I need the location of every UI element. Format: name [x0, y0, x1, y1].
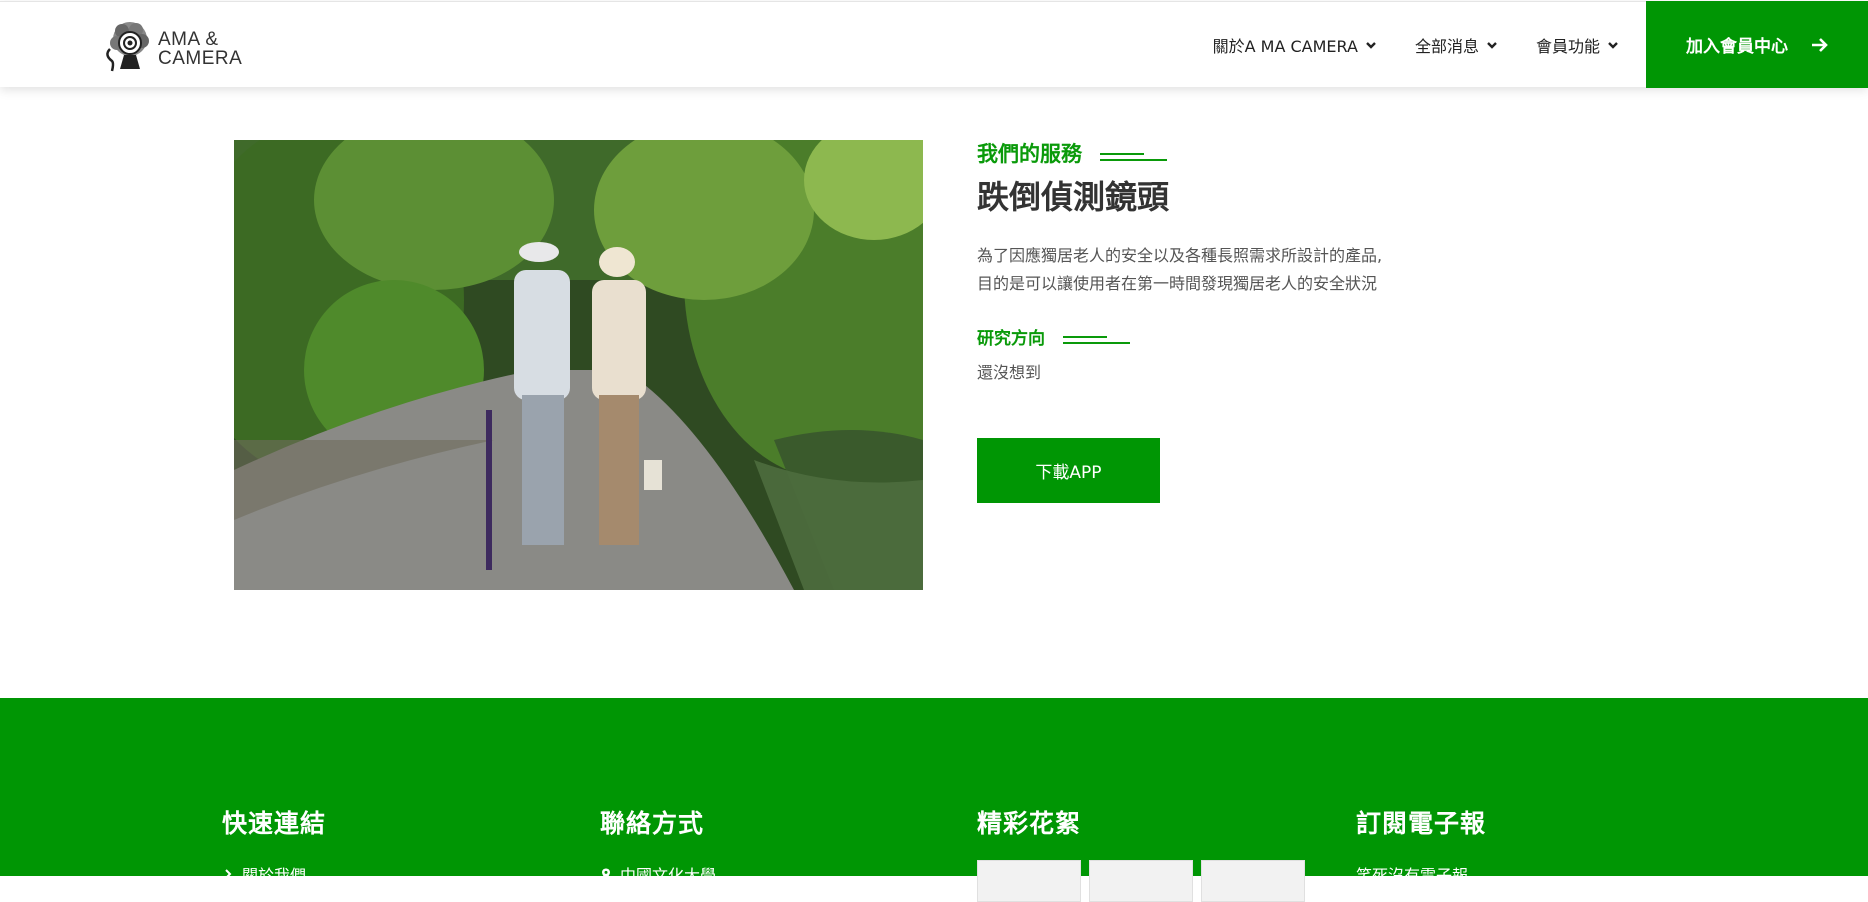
research-text: 還沒想到 [977, 363, 1042, 382]
gallery-thumbnail[interactable] [1089, 860, 1193, 902]
elderly-couple-photo [234, 140, 923, 590]
service-eyebrow: 我們的服務 [977, 138, 1167, 168]
eyebrow-decoration [1063, 331, 1130, 344]
footer-heading: 精彩花絮 [977, 809, 1082, 838]
footer-heading: 訂閱電子報 [1356, 809, 1487, 838]
footer-link-label: 關於我們 [242, 866, 307, 885]
nav-item-label: 全部消息 [1414, 36, 1479, 56]
join-member-label: 加入會員中心 [1686, 37, 1788, 57]
site-header: AMA & CAMERA 關於A MA CAMERA 全部消息 會員功能 加入會… [0, 1, 1868, 88]
chevron-down-icon [1608, 41, 1618, 49]
site-logo[interactable]: AMA & CAMERA [102, 19, 252, 74]
footer-gallery: 精彩花絮 [977, 804, 1313, 902]
logo-line-1: AMA & [158, 29, 219, 50]
research-label: 研究方向 [977, 329, 1045, 349]
join-member-button[interactable]: 加入會員中心 [1646, 1, 1868, 88]
footer-quick-links: 快速連結 關於我們 [222, 804, 326, 886]
footer-link-about[interactable]: 關於我們 [222, 862, 326, 886]
arrow-right-icon [1812, 37, 1828, 52]
research-eyebrow: 研究方向 [977, 324, 1130, 349]
service-description-line: 為了因應獨居老人的安全以及各種長照需求所設計的產品, [977, 246, 1383, 265]
footer-contact-address: 中國文化大學 [600, 862, 716, 886]
nav-item-news[interactable]: 全部消息 [1415, 33, 1499, 57]
footer-newsletter: 訂閱電子報 笑死沒有電子報 [1356, 804, 1486, 886]
service-description: 為了因應獨居老人的安全以及各種長照需求所設計的產品, 目的是可以讓使用者在第一時… [977, 242, 1477, 298]
footer-contact: 聯絡方式 中國文化大學 [600, 804, 716, 886]
gallery-thumbnail[interactable] [1201, 860, 1305, 902]
nav-item-member[interactable]: 會員功能 [1536, 33, 1620, 57]
footer-contact-text: 中國文化大學 [620, 866, 717, 885]
service-title: 跌倒偵測鏡頭 [977, 178, 1170, 216]
logo-text: AMA & CAMERA [158, 30, 242, 68]
nav-item-about[interactable]: 關於A MA CAMERA [1213, 33, 1378, 57]
footer-heading: 聯絡方式 [600, 809, 705, 838]
download-app-button[interactable]: 下載APP [977, 438, 1160, 503]
chevron-down-icon [1487, 41, 1497, 49]
eyebrow-decoration [1100, 147, 1167, 161]
logo-camera-icon [106, 22, 149, 72]
map-pin-icon [602, 868, 610, 880]
chevron-down-icon [1366, 41, 1376, 49]
footer-newsletter-text: 笑死沒有電子報 [1356, 866, 1469, 885]
footer-heading: 快速連結 [222, 809, 327, 838]
logo-line-2: CAMERA [158, 48, 243, 69]
site-footer: 快速連結 關於我們 聯絡方式 中國文化大學 精彩花絮 訂閱電子報 笑死沒有電子報 [0, 698, 1868, 902]
service-description-line: 目的是可以讓使用者在第一時間發現獨居老人的安全狀況 [977, 274, 1378, 293]
download-app-label: 下載APP [1035, 463, 1102, 483]
service-eyebrow-label: 我們的服務 [977, 142, 1082, 166]
nav-item-label: 會員功能 [1535, 36, 1600, 56]
gallery-thumbnail[interactable] [977, 860, 1081, 902]
gallery-thumbnails [977, 860, 1313, 902]
nav-item-label: 關於A MA CAMERA [1212, 36, 1358, 56]
chevron-right-icon [225, 869, 232, 879]
main-nav: 關於A MA CAMERA 全部消息 會員功能 [1176, 2, 1620, 87]
